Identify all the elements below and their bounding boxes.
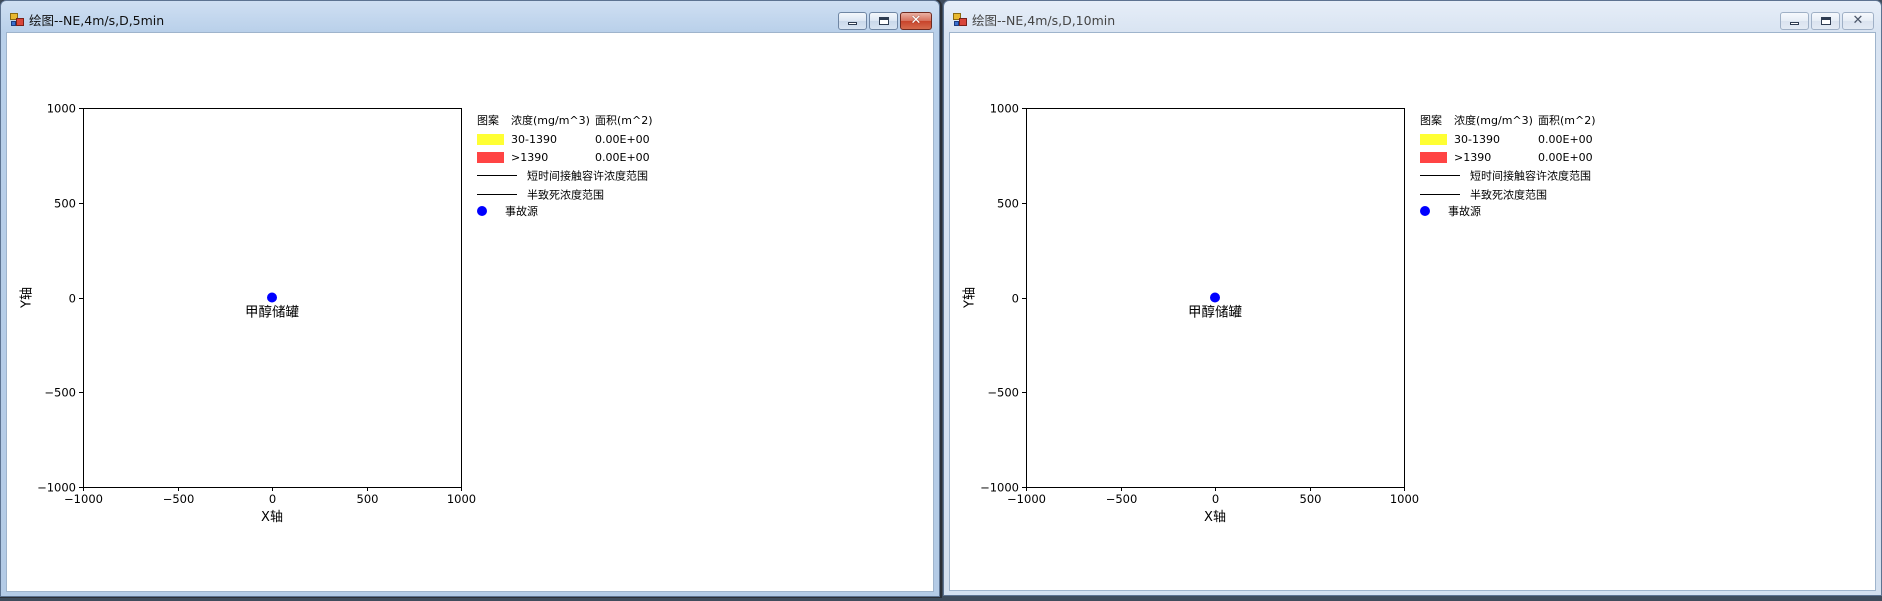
close-icon: ✕ bbox=[910, 13, 922, 28]
legend-swatch bbox=[1420, 134, 1447, 145]
maximize-button[interactable] bbox=[1811, 12, 1840, 30]
minimize-button[interactable] bbox=[1780, 12, 1809, 30]
close-button[interactable]: ✕ bbox=[1842, 12, 1874, 30]
y-tick-label: −500 bbox=[987, 386, 1019, 400]
caption-buttons: ✕ bbox=[1780, 12, 1874, 30]
title-bar[interactable]: 绘图--NE,4m/s,D,10min ✕ bbox=[944, 1, 1881, 32]
legend-range: >1390 bbox=[511, 151, 548, 164]
y-axis-label: Y轴 bbox=[963, 287, 978, 309]
y-tick-label: −500 bbox=[44, 386, 76, 400]
legend-marker bbox=[1420, 206, 1430, 216]
legend-header: 浓度(mg/m^3) bbox=[1454, 113, 1533, 127]
legend-swatch bbox=[477, 152, 504, 163]
minimize-icon bbox=[1790, 22, 1799, 25]
legend-line-label: 短时间接触容许浓度范围 bbox=[527, 169, 648, 183]
x-tick-label: 1000 bbox=[447, 492, 476, 506]
legend-header: 面积(m^2) bbox=[1538, 114, 1596, 127]
legend-header: 浓度(mg/m^3) bbox=[511, 113, 590, 127]
legend-line-label: 半致死浓度范围 bbox=[1470, 188, 1547, 202]
app-icon[interactable] bbox=[953, 13, 967, 26]
chart-canvas: −1000 −500 0 500 100010005000−500−1000X轴Y轴甲醇… bbox=[20, 102, 653, 526]
x-tick-label: −500 bbox=[1106, 492, 1138, 506]
x-tick-label: 500 bbox=[1300, 492, 1322, 506]
legend-area: 0.00E+00 bbox=[1538, 151, 1593, 164]
y-tick-label: 1000 bbox=[990, 102, 1019, 116]
legend: 图案 浓度(mg/m^3) 面积(m^2) 30-1390 0.00E+00 >1390 0… bbox=[477, 113, 653, 218]
y-tick-label: 1000 bbox=[47, 102, 76, 116]
legend-swatch bbox=[1420, 152, 1447, 163]
x-axis-label: X轴 bbox=[1204, 510, 1226, 525]
plot-window-10min[interactable]: 绘图--NE,4m/s,D,10min ✕ −1000 −500 0 500 1000 1… bbox=[943, 0, 1882, 596]
plot-area: −1000 −500 0 500 1000 1000 500 0 −500 −1000 X轴 Y轴 甲醇… bbox=[949, 32, 1876, 591]
legend-range: 30-1390 bbox=[1454, 133, 1500, 146]
minimize-icon bbox=[848, 22, 857, 25]
x-tick-label: 500 bbox=[357, 492, 379, 506]
legend-area: 0.00E+00 bbox=[1538, 133, 1593, 146]
legend-marker-label: 事故源 bbox=[1448, 204, 1481, 218]
legend-swatch bbox=[477, 134, 504, 145]
x-tick-label: 0 bbox=[1212, 492, 1219, 506]
point-label: 甲醇储罐 bbox=[245, 304, 299, 321]
legend-header: 图案 bbox=[1420, 113, 1442, 127]
window-title: 绘图--NE,4m/s,D,5min bbox=[29, 13, 165, 28]
legend-marker bbox=[477, 206, 487, 216]
legend-area: 0.00E+00 bbox=[595, 151, 650, 164]
legend: 图案 浓度(mg/m^3) 面积(m^2) 30-1390 0.00E+00 >1390 0… bbox=[1420, 113, 1596, 218]
maximize-icon bbox=[1821, 17, 1831, 25]
app-icon[interactable] bbox=[10, 13, 24, 26]
maximize-button[interactable] bbox=[869, 12, 898, 30]
y-tick-label: 500 bbox=[54, 197, 76, 211]
plot-area: −1000 −500 0 500 1000 1000 500 0 −500 −1000 X轴 Y轴 甲醇… bbox=[6, 32, 934, 592]
close-icon: ✕ bbox=[1852, 13, 1864, 28]
accident-source-point bbox=[1210, 292, 1220, 303]
y-tick-label: 0 bbox=[69, 292, 76, 306]
window-title: 绘图--NE,4m/s,D,10min bbox=[972, 13, 1116, 28]
title-bar[interactable]: 绘图--NE,4m/s,D,5min ✕ bbox=[1, 1, 939, 32]
y-tick-label: −1000 bbox=[37, 481, 76, 495]
plot-window-5min[interactable]: 绘图--NE,4m/s,D,5min ✕ −1000 −500 0 500 1000 10… bbox=[0, 0, 940, 597]
x-tick-label: 0 bbox=[269, 492, 276, 506]
y-axis-label: Y轴 bbox=[20, 287, 35, 309]
point-label: 甲醇储罐 bbox=[1188, 304, 1242, 321]
y-tick-label: 0 bbox=[1012, 292, 1019, 306]
legend-line-label: 半致死浓度范围 bbox=[527, 188, 604, 202]
chart-canvas: −1000 −500 0 500 100010005000−500−1000X轴Y轴甲醇… bbox=[963, 102, 1596, 526]
caption-buttons: ✕ bbox=[838, 12, 932, 30]
legend-header: 面积(m^2) bbox=[595, 114, 653, 127]
legend-line-label: 短时间接触容许浓度范围 bbox=[1470, 169, 1591, 183]
legend-area: 0.00E+00 bbox=[595, 133, 650, 146]
close-button[interactable]: ✕ bbox=[900, 12, 932, 30]
maximize-icon bbox=[879, 17, 889, 25]
y-tick-label: 500 bbox=[997, 197, 1019, 211]
x-axis-label: X轴 bbox=[261, 510, 283, 525]
accident-source-point bbox=[267, 292, 277, 303]
legend-header: 图案 bbox=[477, 113, 499, 127]
legend-range: 30-1390 bbox=[511, 133, 557, 146]
x-tick-label: −500 bbox=[163, 492, 195, 506]
y-tick-label: −1000 bbox=[980, 481, 1019, 495]
legend-range: >1390 bbox=[1454, 151, 1491, 164]
minimize-button[interactable] bbox=[838, 12, 867, 30]
legend-marker-label: 事故源 bbox=[505, 204, 538, 218]
x-tick-label: 1000 bbox=[1390, 492, 1419, 506]
